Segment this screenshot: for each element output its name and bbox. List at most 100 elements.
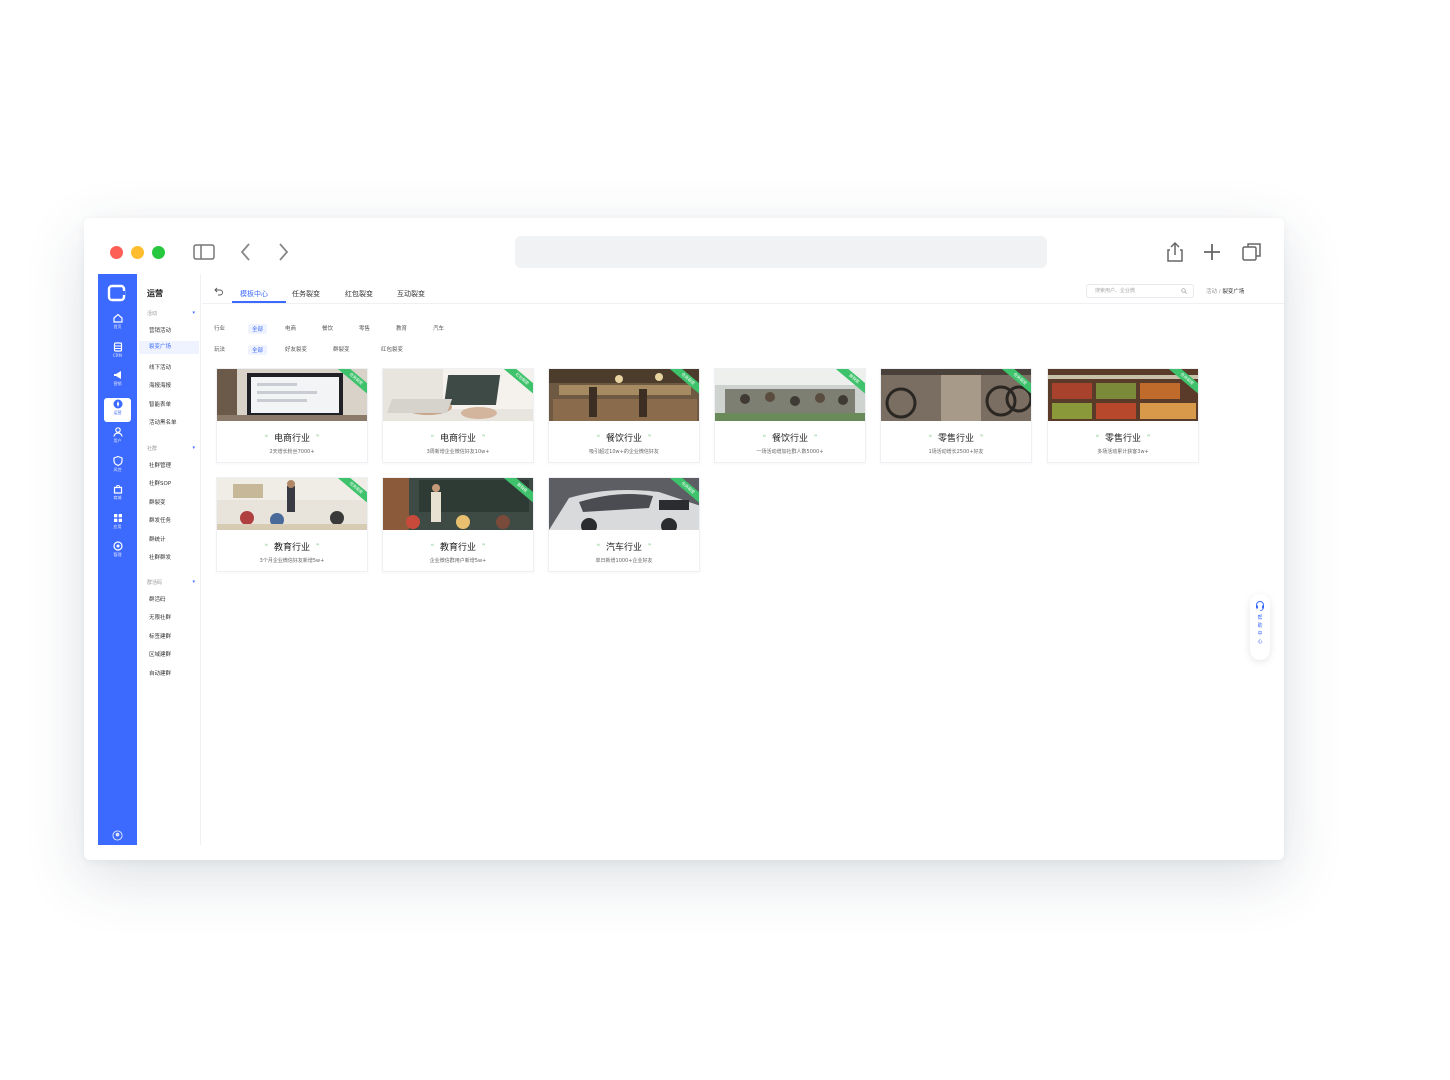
close-window-button[interactable] xyxy=(110,246,123,259)
app-logo-icon[interactable] xyxy=(106,282,128,304)
sidebar-item-8[interactable]: 管理 xyxy=(104,540,131,564)
quote-close-icon: ❞ xyxy=(316,434,320,441)
filter-option[interactable]: 教育 xyxy=(396,324,407,332)
tab-interactive-fission[interactable]: 互动裂变 xyxy=(397,289,425,299)
return-icon[interactable] xyxy=(214,286,224,296)
template-card[interactable]: 群裂变 ❝ 餐饮行业 ❞ 一场活动增加社群人数5000+ xyxy=(714,368,866,463)
user-icon xyxy=(112,427,123,437)
nav-item[interactable]: 自动建群 xyxy=(149,669,171,677)
user-avatar-icon[interactable] xyxy=(112,830,123,841)
bag-icon xyxy=(113,484,122,494)
nav-group-label: 活动 xyxy=(147,311,158,317)
sidebar-item-6[interactable]: 商城 xyxy=(104,483,131,507)
maximize-window-button[interactable] xyxy=(152,246,165,259)
template-title: ❝ 餐饮行业 ❞ xyxy=(762,434,818,444)
template-cover-image xyxy=(1048,369,1198,421)
sidebar-item-label: 管理 xyxy=(113,552,122,557)
back-arrow-icon[interactable] xyxy=(234,240,258,264)
template-card[interactable]: 群裂变 ❝ 教育行业 ❞ 企业微信群用户新增5w+ xyxy=(382,477,534,572)
template-card[interactable]: 任务裂变 ❝ 电商行业 ❞ 2天增长粉丝7000+ xyxy=(216,368,368,463)
sidebar-item-7[interactable]: 应用 xyxy=(104,512,131,536)
template-description: 吸引超过10w+的企业微信好友 xyxy=(589,449,659,455)
filter-option[interactable]: 电商 xyxy=(285,324,296,332)
nav-item[interactable]: 群统计 xyxy=(149,535,166,543)
sidebar-item-1[interactable]: CRM xyxy=(104,341,131,365)
filter-option[interactable]: 群裂变 xyxy=(333,345,350,353)
nav-item[interactable]: 裂变广场 xyxy=(139,341,199,355)
template-description: 一场活动增加社群人数5000+ xyxy=(756,449,824,455)
nav-item[interactable]: 标签建群 xyxy=(149,632,171,640)
quote-open-icon: ❝ xyxy=(430,434,434,441)
filter-option[interactable]: 好友裂变 xyxy=(285,345,307,353)
search-placeholder: 搜索用户、企业微 xyxy=(1095,288,1136,294)
filter-option[interactable]: 全部 xyxy=(248,324,268,334)
tab-task-fission[interactable]: 任务裂变 xyxy=(292,289,320,299)
caret-icon: ▾ xyxy=(192,310,195,316)
nav-group-label: 群活码 xyxy=(147,580,163,586)
filter-option[interactable]: 汽车 xyxy=(433,324,444,332)
sidebar-item-2[interactable]: 营销 xyxy=(104,369,131,393)
nav-item[interactable]: 社群管理 xyxy=(149,461,171,469)
template-card[interactable]: 任务裂变 ❝ 教育行业 ❞ 3个月企业微信好友新增5w+ xyxy=(216,477,368,572)
share-icon[interactable] xyxy=(1163,240,1187,264)
tab-red-packet-fission[interactable]: 红包裂变 xyxy=(345,289,373,299)
home-icon xyxy=(112,313,123,323)
nav-item[interactable]: 社群群发 xyxy=(149,553,171,561)
sidebar-toggle-icon[interactable] xyxy=(192,240,216,264)
quote-close-icon: ❞ xyxy=(648,543,652,550)
template-description: 企业微信群用户新增5w+ xyxy=(429,558,487,564)
database-icon xyxy=(113,341,122,352)
nav-item[interactable]: 社群SOP xyxy=(149,479,171,487)
template-description: 2天增长粉丝7000+ xyxy=(269,449,315,455)
filter-option[interactable]: 全部 xyxy=(248,345,268,355)
template-card[interactable]: 任务裂变 ❝ 汽车行业 ❞ 单日新增1000+企业好友 xyxy=(548,477,700,572)
template-title: ❝ 零售行业 ❞ xyxy=(1095,434,1151,444)
tab-bar: 模板中心 任务裂变 红包裂变 互动裂变 搜索用户、企业微 活动 / 裂变广场 xyxy=(202,274,1284,304)
sidebar-item-label: 首页 xyxy=(113,324,122,329)
address-bar[interactable] xyxy=(515,236,1047,268)
sidebar-item-0[interactable]: 首页 xyxy=(104,312,131,336)
tab-overview-icon[interactable] xyxy=(1240,240,1264,264)
nav-item[interactable]: 线下活动 xyxy=(149,363,171,371)
help-center-button[interactable]: 帮助中心 xyxy=(1250,594,1270,660)
template-description: 3个月企业微信好友新增5w+ xyxy=(259,558,325,564)
tab-template-center[interactable]: 模板中心 xyxy=(240,289,268,299)
nav-item[interactable]: 无限社群 xyxy=(149,613,171,621)
shield-icon xyxy=(112,455,123,466)
filter-option[interactable]: 红包裂变 xyxy=(381,345,403,353)
sidebar-item-5[interactable]: 风控 xyxy=(104,455,131,479)
template-card[interactable]: 任务裂变 ❝ 零售行业 ❞ 多场活动累计获客3w+ xyxy=(1047,368,1199,463)
nav-item[interactable]: 智能表单 xyxy=(149,400,171,408)
search-input[interactable]: 搜索用户、企业微 xyxy=(1086,284,1194,298)
search-icon[interactable] xyxy=(1181,288,1187,294)
template-description: 多场活动累计获客3w+ xyxy=(1097,449,1149,455)
new-tab-icon[interactable] xyxy=(1200,240,1224,264)
minimize-window-button[interactable] xyxy=(131,246,144,259)
nav-item[interactable]: 活动黑名单 xyxy=(149,418,177,426)
nav-item[interactable]: 营销活动 xyxy=(149,326,171,334)
browser-window: 首页 CRM 营销 运营 用户 风控 商城 应用 管理 运营 活动 ▾ 营销活动 裂变广场 线下活动 海报… xyxy=(84,218,1284,860)
nav-item[interactable]: 群活码 xyxy=(149,595,166,603)
active-tab-indicator xyxy=(232,301,286,303)
nav-item[interactable]: 群发任务 xyxy=(149,516,171,524)
grid-icon xyxy=(113,513,122,522)
template-card[interactable]: 任务裂变 ❝ 餐饮行业 ❞ 吸引超过10w+的企业微信好友 xyxy=(548,368,700,463)
filter-option[interactable]: 餐饮 xyxy=(322,324,333,332)
sidebar-item-label: 商城 xyxy=(113,495,122,500)
template-card[interactable]: 任务裂变 ❝ 零售行业 ❞ 1场活动增长2500+好友 xyxy=(880,368,1032,463)
sidebar-item-3[interactable]: 运营 xyxy=(104,397,131,422)
forward-arrow-icon[interactable] xyxy=(271,240,295,264)
nav-group-header[interactable]: 群活码 ▾ xyxy=(147,579,195,586)
template-card[interactable]: 红包裂变 ❝ 电商行业 ❞ 3周新增企业微信好友10w+ xyxy=(382,368,534,463)
sidebar-item-label: 营销 xyxy=(113,381,122,386)
nav-item[interactable]: 海报海报 xyxy=(149,381,171,389)
breadcrumb-parent[interactable]: 活动 xyxy=(1206,289,1217,295)
sidebar-item-4[interactable]: 用户 xyxy=(104,426,131,450)
nav-group-header[interactable]: 活动 ▾ xyxy=(147,310,195,317)
quote-close-icon: ❞ xyxy=(316,543,320,550)
nav-item[interactable]: 群裂变 xyxy=(149,498,166,506)
filter-option[interactable]: 零售 xyxy=(359,324,370,332)
quote-close-icon: ❞ xyxy=(814,434,818,441)
nav-item[interactable]: 区域建群 xyxy=(149,650,171,658)
nav-group-header[interactable]: 社群 ▾ xyxy=(147,445,195,452)
